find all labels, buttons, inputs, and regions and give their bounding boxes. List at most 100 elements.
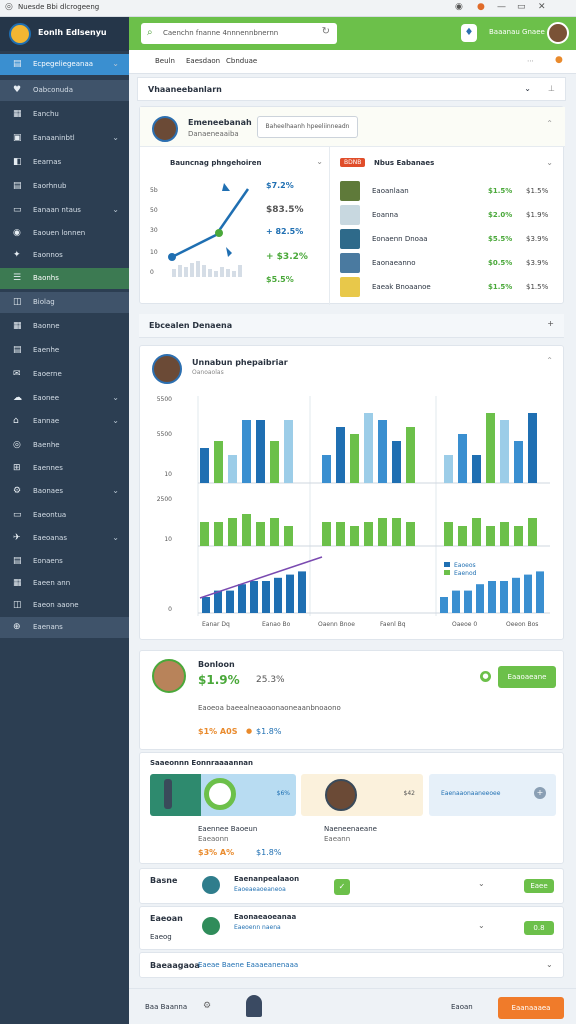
row-label: Eaeoan (150, 914, 183, 923)
notification-bell-icon[interactable]: ♦ (461, 24, 477, 42)
bar (472, 455, 481, 483)
sidebar-item[interactable]: ▭ Eaeontua (0, 505, 129, 526)
list-row-1[interactable]: Basne Eaenanpealaaon Eaoeaeaoeaneoa ✓ ⌄ … (139, 868, 564, 904)
chevron-down-icon[interactable]: ⌄ (478, 879, 485, 888)
chevron-down-icon[interactable]: ⌄ (112, 486, 119, 495)
chevron-up-icon[interactable]: ⌃ (546, 119, 553, 128)
chevron-down-icon[interactable]: ⌄ (112, 133, 119, 142)
more-icon[interactable]: ⋯ (527, 57, 534, 65)
sidebar-item[interactable]: ♥ Oabconuda (0, 80, 129, 101)
sidebar-item[interactable]: ▦ Eaeen ann (0, 573, 129, 594)
bar (172, 269, 176, 277)
sidebar-item[interactable]: ◧ Eearnas (0, 152, 129, 173)
footer-link[interactable]: Eaoan (451, 1003, 473, 1011)
chevron-down-icon[interactable]: ⌄ (112, 59, 119, 68)
profile-action-button[interactable]: Baheelhaanh hpeeliinneadn (257, 116, 358, 138)
list-row-3[interactable]: Baeaagaoa Eaeae Baene Eaaaeanenaaa ⌄ (139, 952, 564, 978)
sidebar-item[interactable]: ▣ Eanaaninbtl ⌄ (0, 128, 129, 149)
sidebar-item[interactable]: ⚙ Baonaes ⌄ (0, 481, 129, 502)
bar (270, 518, 279, 546)
tab-2[interactable]: Eaesdaon (186, 57, 220, 65)
chevron-down-icon[interactable]: ⌄ (546, 960, 553, 969)
tab-3[interactable]: Cbnduae (226, 57, 257, 65)
tab-1[interactable]: Beuln (155, 57, 175, 65)
list-item[interactable]: Eaoanlaan $1.5% $1.5% (338, 181, 556, 203)
sidebar-item[interactable]: ▤ Eaorhnub (0, 176, 129, 197)
y-tick-label: 10 (150, 249, 158, 256)
settings-icon[interactable]: ⚙ (203, 1001, 211, 1011)
bar (298, 571, 306, 613)
chevron-down-icon[interactable]: ⌄ (524, 84, 531, 93)
list-item[interactable]: Eaonaeanno $0.5% $3.9% (338, 253, 556, 275)
promo-button[interactable]: Eaaoaeane (498, 666, 556, 688)
sidebar-item[interactable]: ▦ Eanchu (0, 104, 129, 125)
sidebar-item[interactable]: ▦ Baonne (0, 316, 129, 337)
chevron-down-icon[interactable]: ⌄ (112, 416, 119, 425)
bar (214, 441, 223, 483)
sidebar-item[interactable]: ✈ Eaeoanas ⌄ (0, 528, 129, 549)
chevron-down-icon[interactable]: ⌄ (112, 205, 119, 214)
window-title: Nuesde Bbi dlcrogeeng (18, 3, 100, 11)
list-item[interactable]: Eonaenn Dnoaa $5.5% $3.9% (338, 229, 556, 251)
notification-icon[interactable]: ● (477, 2, 485, 12)
section-header-1[interactable]: Vhaaneebanlarn ⌄ ⊥ (137, 77, 566, 101)
user-name[interactable]: Baaanau Gnaee (489, 28, 545, 36)
promo-name: Bonloon (198, 660, 235, 669)
sidebar-icon: ⊕ (13, 622, 21, 632)
sidebar-item[interactable]: ◫ Eaeon aaone (0, 595, 129, 616)
check-icon[interactable]: ✓ (334, 879, 350, 895)
sidebar-item[interactable]: ◉ Eaouen lonnen (0, 223, 129, 244)
refresh-icon[interactable]: ↻ (322, 26, 330, 37)
bar (486, 413, 495, 483)
status-badge: BDNB (340, 158, 366, 167)
stat-value: $7.2% (266, 181, 294, 190)
sidebar-item[interactable]: ⌂ Eannae ⌄ (0, 411, 129, 432)
sidebar-icon: ✈ (13, 533, 21, 543)
add-icon[interactable]: + (547, 319, 554, 328)
list-item[interactable]: Eaeak Bnoaanoe $1.5% $1.5% (338, 277, 556, 299)
chevron-down-icon[interactable]: ⌄ (316, 157, 323, 166)
chevron-down-icon[interactable]: ⌄ (478, 921, 485, 930)
pin-icon[interactable]: ⊥ (548, 84, 555, 93)
chevron-down-icon[interactable]: ⌄ (112, 393, 119, 402)
sidebar-item[interactable]: ▤ Eonaens (0, 551, 129, 572)
row-tag[interactable]: Eaee (524, 879, 554, 893)
maximize-icon[interactable]: ▭ (517, 2, 526, 12)
sidebar-item[interactable]: ◎ Baenhe (0, 435, 129, 456)
account-icon[interactable]: ◉ (455, 2, 463, 12)
bar (336, 427, 345, 483)
list-row-2[interactable]: Eaeoan Eaeog Eaonaeaoeanaa Eaeoenn naena… (139, 906, 564, 950)
arrow-down-icon (226, 247, 232, 257)
progress-ring (204, 778, 236, 810)
row-tag[interactable]: 0.8 (524, 921, 554, 935)
list-item[interactable]: Eoanna $2.0% $1.9% (338, 205, 556, 227)
minimize-icon[interactable]: — (497, 2, 506, 12)
sidebar-item[interactable]: ▤ Ecpegeliegeanaa ⌄ (0, 54, 129, 75)
sidebar-item[interactable]: ✦ Eaonnos (0, 245, 129, 266)
sidebar-item[interactable]: ▭ Eanaan ntaus ⌄ (0, 200, 129, 221)
sidebar-item[interactable]: ◫ Biolag (0, 292, 129, 313)
card-1[interactable]: $6% (150, 774, 296, 816)
overview-card: Emeneebanah Danaeneaaiba Baheelhaanh hpe… (139, 106, 565, 305)
close-icon[interactable]: ✕ (538, 2, 546, 12)
sidebar-item[interactable]: ☰ Baonhs (0, 268, 129, 289)
card-2[interactable]: $42 (301, 774, 423, 816)
card-3[interactable]: Eaenaaonaaneeoee + (429, 774, 556, 816)
bar (378, 518, 387, 546)
brand[interactable]: Eonlh Edlsenyu (0, 17, 129, 51)
sidebar-item[interactable]: ⊕ Eaenans (0, 617, 129, 638)
section-header-2[interactable]: Ebcealen Denaena + (139, 314, 564, 338)
footer-button[interactable]: Eaanaaaea (498, 997, 564, 1019)
avatar[interactable] (246, 995, 262, 1017)
sidebar-item[interactable]: ⊞ Eaennes (0, 458, 129, 479)
sidebar-item[interactable]: ▤ Eaenhe (0, 340, 129, 361)
chevron-down-icon[interactable]: ⌄ (112, 533, 119, 542)
chevron-up-icon[interactable]: ⌃ (546, 356, 553, 365)
avatar[interactable] (547, 22, 569, 44)
add-icon[interactable]: + (534, 787, 546, 799)
search-input[interactable]: ⌕ Caenchn fnanne 4nnnennbnernn ↻ (141, 23, 337, 44)
bulb-icon[interactable]: ● (555, 55, 563, 65)
chevron-down-icon[interactable]: ⌄ (546, 158, 553, 167)
sidebar-item[interactable]: ✉ Eaoerne (0, 364, 129, 385)
sidebar-item[interactable]: ☁ Eaonee ⌄ (0, 388, 129, 409)
